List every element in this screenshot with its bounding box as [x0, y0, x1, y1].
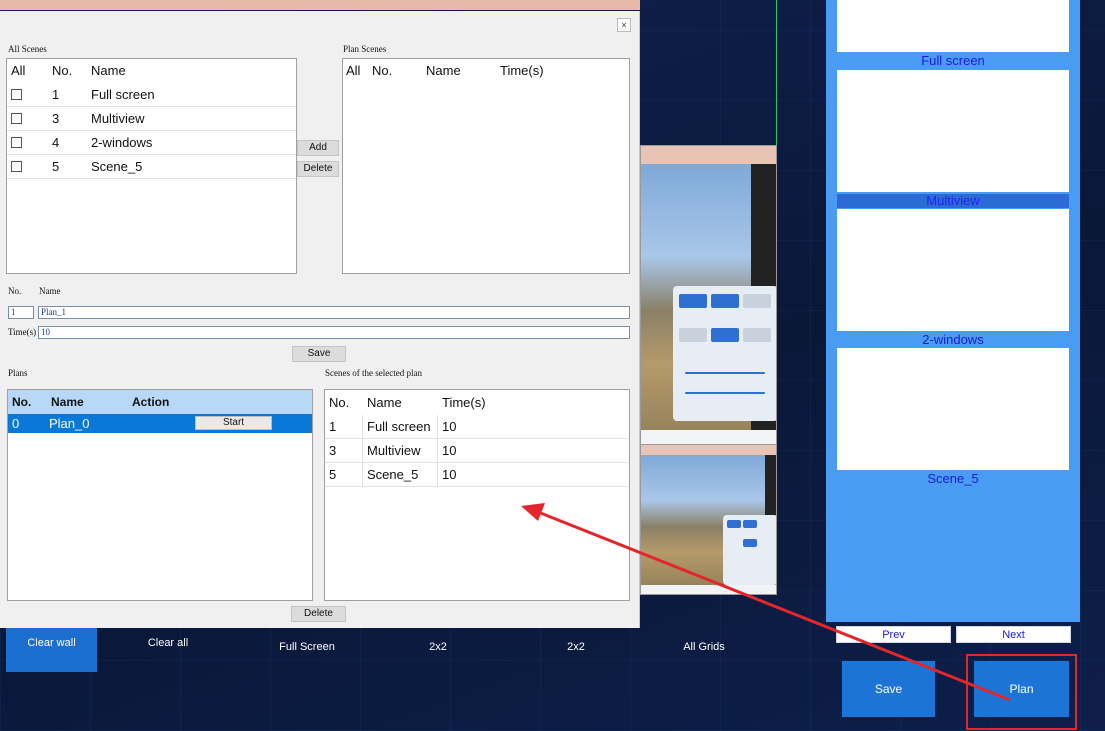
scene-label-multiview[interactable]: Multiview: [837, 194, 1069, 208]
selected-plan-scenes-table: No. Name Time(s) 1 Full screen 10 3 Mult…: [324, 389, 630, 601]
row-no: 4: [52, 135, 60, 150]
plan-delete-button[interactable]: Delete: [291, 606, 346, 622]
clear-wall-button[interactable]: Clear wall: [6, 628, 97, 672]
row-name: 2-windows: [91, 135, 153, 150]
table-header: All No. Name Time(s): [343, 59, 629, 83]
row-time: 10: [442, 419, 457, 434]
row-no: 0: [12, 416, 20, 431]
scene-thumbnail-multiview[interactable]: [837, 70, 1069, 192]
row-no: 1: [329, 419, 337, 434]
row-name: Full screen: [367, 419, 431, 434]
row-no: 5: [52, 159, 60, 174]
row-no: 3: [52, 111, 60, 126]
plan-no-field[interactable]: 1: [8, 306, 34, 319]
scene-thumbnail-full-screen[interactable]: [837, 0, 1069, 52]
start-button[interactable]: Start: [195, 416, 272, 430]
plan-scenes-title: Plan Scenes: [343, 44, 387, 54]
column-header-no[interactable]: No.: [12, 390, 31, 414]
table-row[interactable]: 5 Scene_5: [7, 155, 296, 179]
column-header-time[interactable]: Time(s): [500, 59, 544, 83]
wall-window-taskbar: [641, 585, 776, 594]
selected-plan-scenes-title: Scenes of the selected plan: [325, 368, 422, 378]
add-button[interactable]: Add: [297, 140, 339, 156]
row-no: 1: [52, 87, 60, 102]
all-grids-button[interactable]: All Grids: [664, 632, 744, 676]
row-time: 10: [442, 467, 457, 482]
column-header-action[interactable]: Action: [132, 390, 169, 414]
scene-thumbnail-2-windows[interactable]: [837, 209, 1069, 331]
quick-settings-panel: [723, 515, 776, 585]
wall-window-titlebar: [641, 146, 776, 164]
column-header-no[interactable]: No.: [52, 59, 72, 83]
table-row[interactable]: 5 Scene_5 10: [325, 463, 629, 487]
table-header: No. Name Action: [8, 390, 312, 414]
name-label: Name: [39, 286, 61, 296]
row-action-cell: Start: [129, 414, 281, 433]
plan-dialog: × All Scenes All No. Name 1 Full screen …: [0, 11, 640, 628]
form-save-button[interactable]: Save: [292, 346, 346, 362]
save-button[interactable]: Save: [842, 661, 935, 717]
row-no: 3: [329, 443, 337, 458]
wall-window-top-strip: [0, 0, 640, 10]
row-name: Full screen: [91, 87, 155, 102]
plans-table: No. Name Action 0 Plan_0 Start: [7, 389, 313, 601]
plans-title: Plans: [8, 368, 28, 378]
table-row[interactable]: 3 Multiview: [7, 107, 296, 131]
column-header-no[interactable]: No.: [329, 391, 349, 415]
column-header-no[interactable]: No.: [372, 59, 392, 83]
quick-settings-panel: [673, 286, 776, 421]
row-checkbox[interactable]: [11, 89, 22, 100]
row-name: Multiview: [367, 443, 421, 458]
full-screen-button[interactable]: Full Screen: [262, 632, 352, 676]
close-button[interactable]: ×: [617, 18, 631, 32]
wall-window-preview-upper[interactable]: [640, 145, 777, 445]
plan-time-field[interactable]: 10: [38, 326, 630, 339]
table-header: No. Name Time(s): [325, 391, 629, 415]
row-name: Scene_5: [91, 159, 143, 174]
row-checkbox[interactable]: [11, 161, 22, 172]
all-scenes-title: All Scenes: [8, 44, 47, 54]
column-header-time[interactable]: Time(s): [442, 391, 486, 415]
column-header-all[interactable]: All: [11, 59, 25, 83]
plan-name-field[interactable]: Plan_1: [38, 306, 630, 319]
column-header-name[interactable]: Name: [91, 59, 126, 83]
column-header-name[interactable]: Name: [51, 390, 84, 414]
scene-label-2-windows[interactable]: 2-windows: [837, 333, 1069, 347]
grid-2x2-button-2[interactable]: 2x2: [546, 632, 606, 676]
grid-2x2-button-1[interactable]: 2x2: [408, 632, 468, 676]
row-name: Multiview: [91, 111, 145, 126]
column-header-name[interactable]: Name: [367, 391, 402, 415]
table-row[interactable]: 3 Multiview 10: [325, 439, 629, 463]
next-button[interactable]: Next: [956, 626, 1071, 643]
delete-button[interactable]: Delete: [297, 161, 339, 177]
column-header-name[interactable]: Name: [426, 59, 461, 83]
clear-all-button[interactable]: Clear all: [128, 628, 208, 672]
row-name: Plan_0: [49, 416, 90, 431]
all-scenes-table: All No. Name 1 Full screen 3 Multiview 4…: [6, 58, 297, 274]
scene-thumbnail-scene-5[interactable]: [837, 348, 1069, 470]
table-row[interactable]: 4 2-windows: [7, 131, 296, 155]
column-header-all[interactable]: All: [346, 59, 360, 83]
row-checkbox[interactable]: [11, 137, 22, 148]
table-row-selected[interactable]: 0 Plan_0 Start: [8, 414, 312, 433]
wall-grid-divider: [776, 0, 777, 145]
time-label: Time(s): [8, 327, 37, 337]
scene-label-full-screen[interactable]: Full screen: [837, 54, 1069, 68]
plan-scenes-table: All No. Name Time(s): [342, 58, 630, 274]
plan-button-highlight-box: [966, 654, 1077, 730]
scene-label-scene-5[interactable]: Scene_5: [837, 472, 1069, 486]
table-row[interactable]: 1 Full screen: [7, 83, 296, 107]
row-name: Scene_5: [367, 467, 419, 482]
row-checkbox[interactable]: [11, 113, 22, 124]
wall-window-preview-lower[interactable]: [640, 445, 777, 595]
table-header: All No. Name: [7, 59, 296, 83]
row-no: 5: [329, 467, 337, 482]
prev-button[interactable]: Prev: [836, 626, 951, 643]
table-row[interactable]: 1 Full screen 10: [325, 415, 629, 439]
scene-panel: Full screen Multiview 2-windows Scene_5: [826, 0, 1080, 622]
no-label: No.: [8, 286, 22, 296]
wall-window-taskbar: [641, 430, 776, 444]
row-time: 10: [442, 443, 457, 458]
